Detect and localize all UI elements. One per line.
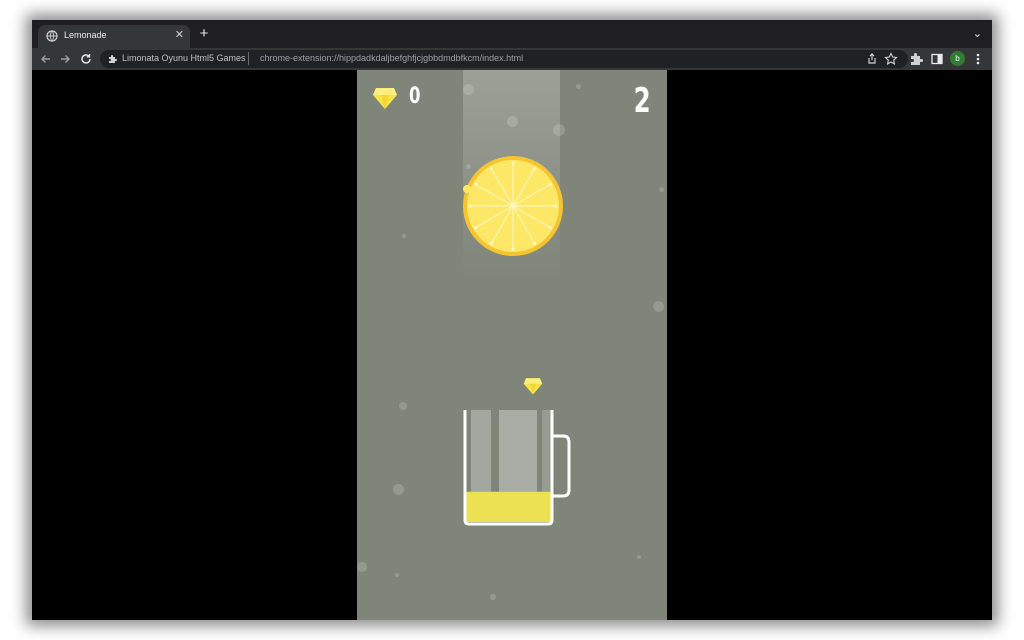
new-tab-button[interactable]: + (196, 26, 212, 42)
bubble (395, 573, 399, 577)
address-bar[interactable]: Limonata Oyunu Html5 Games chrome-extens… (100, 50, 908, 68)
forward-arrow-icon[interactable] (57, 51, 73, 67)
extension-puzzle-icon (109, 55, 117, 63)
bubble (507, 116, 518, 127)
more-menu-icon[interactable] (970, 51, 986, 67)
page-viewport: 0 2 (32, 70, 992, 620)
site-name: Limonata Oyunu Html5 Games (122, 53, 246, 63)
bubble (637, 555, 641, 559)
browser-window: Lemonade ✕ + ⌄ Limonata Oyunu Html5 Game… (32, 20, 992, 620)
tab-search-chevron-icon[interactable]: ⌄ (973, 27, 982, 40)
score-display: 2 (633, 81, 651, 121)
profile-avatar[interactable]: b (950, 51, 965, 66)
omnibox-divider (248, 52, 249, 65)
reload-icon[interactable] (78, 51, 94, 67)
bookmark-star-icon[interactable] (883, 51, 899, 67)
glass-mug (463, 410, 571, 526)
bubble (659, 187, 664, 192)
extensions-icon[interactable] (908, 51, 924, 67)
side-panel-icon[interactable] (929, 51, 945, 67)
game-canvas[interactable]: 0 2 (357, 70, 667, 620)
back-arrow-icon[interactable] (38, 51, 54, 67)
bubble (576, 84, 581, 89)
bubble (463, 84, 474, 95)
lemon-slice[interactable] (461, 154, 565, 258)
bubble (393, 484, 404, 495)
bubble (490, 594, 496, 600)
lemonade-fill (465, 491, 552, 522)
globe-icon (46, 30, 58, 42)
share-icon[interactable] (864, 51, 880, 67)
bubble (653, 301, 664, 312)
bubble (357, 562, 367, 572)
browser-toolbar: Limonata Oyunu Html5 Games chrome-extens… (32, 48, 992, 70)
url-text[interactable]: chrome-extension://hippdadkdaljbefghfjcj… (260, 53, 523, 63)
tab-lemonade[interactable]: Lemonade ✕ (38, 25, 190, 48)
bubble (402, 234, 406, 238)
tab-close-icon[interactable]: ✕ (175, 28, 184, 42)
diamond-icon[interactable] (523, 376, 543, 396)
bubble (399, 402, 407, 410)
tab-strip: Lemonade ✕ + ⌄ (32, 20, 992, 48)
diamond-icon (373, 88, 397, 109)
lemon-drop (463, 185, 471, 193)
bubble (553, 124, 565, 136)
tab-title: Lemonade (64, 30, 107, 40)
gem-counter: 0 (409, 84, 421, 109)
